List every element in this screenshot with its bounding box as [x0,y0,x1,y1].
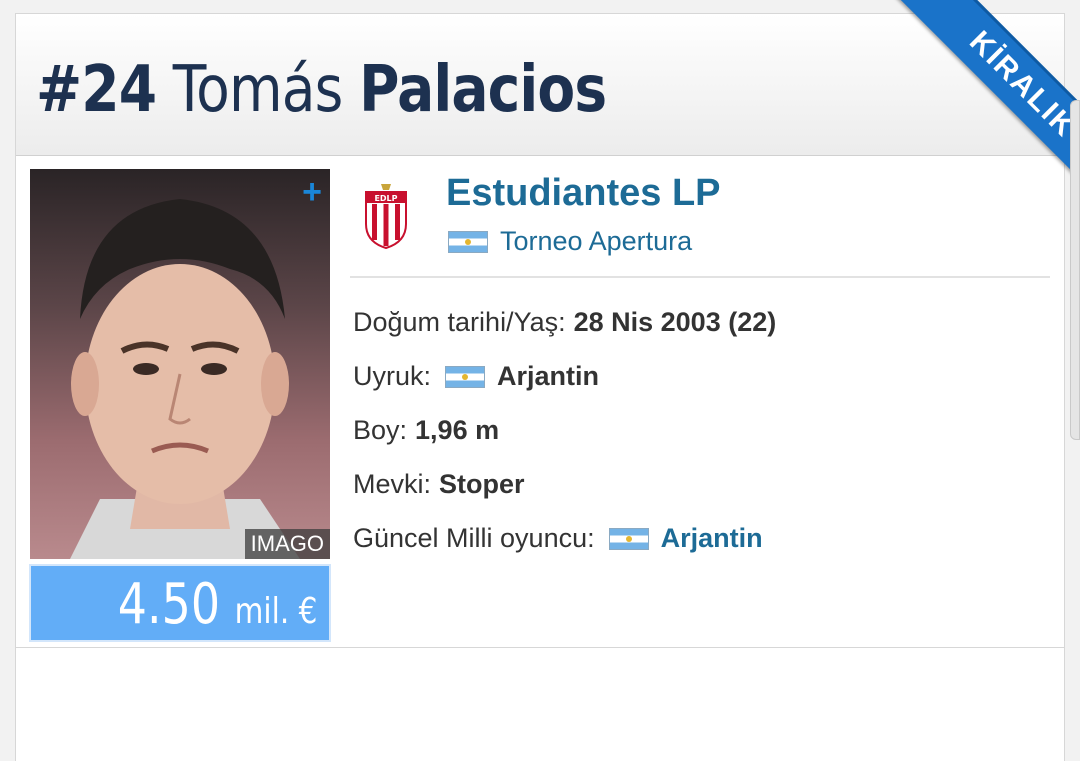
argentina-flag-icon [608,527,649,550]
birth-date-label: Doğum tarihi/Yaş: [353,307,566,337]
club-crest-icon: EDLP [365,184,407,250]
player-last-name: Palacios [359,53,607,127]
loan-status-label: KİRALIK [963,24,1080,144]
club-logo[interactable]: EDLP [363,182,409,255]
loan-ribbon-band: KİRALIK [890,0,1080,202]
photo-credit: IMAGO [244,529,330,559]
position-row: Mevki: Stoper [353,469,525,500]
national-team-row: Güncel Milli oyuncu: Arjantin [353,523,763,554]
height-value: 1,96 m [415,415,500,445]
player-portrait-image [70,199,300,559]
divider [350,276,1050,278]
nationality-label: Uyruk: [353,361,432,391]
shirt-number: #24 [36,53,157,127]
league-name: Torneo Apertura [500,226,693,256]
club-name-link[interactable]: Estudiantes LP [446,172,721,215]
player-first-name: Tomás [172,53,344,127]
player-photo[interactable]: + IMAGO [30,169,330,559]
argentina-flag-icon [445,365,486,388]
position-label: Mevki: [353,469,432,499]
national-team-label: Güncel Milli oyuncu: [353,523,595,553]
height-row: Boy: 1,96 m [353,415,499,446]
section-divider [16,647,1064,648]
height-label: Boy: [353,415,408,445]
plus-icon[interactable]: + [302,175,322,209]
nationality-value: Arjantin [497,361,600,391]
loan-ribbon: KİRALIK [866,0,1080,202]
market-value-box[interactable]: 4.50 mil. € [29,564,331,642]
market-value-unit: mil. € [234,591,317,632]
market-value[interactable]: 4.50 mil. € [117,572,317,645]
position-value: Stoper [439,469,525,499]
league-link[interactable]: Torneo Apertura [448,226,692,257]
birth-date-value: 28 Nis 2003 (22) [573,307,777,337]
scrollbar-handle[interactable] [1070,100,1080,440]
club-logo-text: EDLP [374,194,397,203]
birth-date-row: Doğum tarihi/Yaş: 28 Nis 2003 (22) [353,307,776,338]
argentina-flag-icon [448,230,488,253]
nationality-row: Uyruk: Arjantin [353,361,599,392]
market-value-amount: 4.50 [117,572,220,637]
page-title: #24 Tomás Palacios [36,52,607,128]
national-team-link[interactable]: Arjantin [661,523,763,554]
